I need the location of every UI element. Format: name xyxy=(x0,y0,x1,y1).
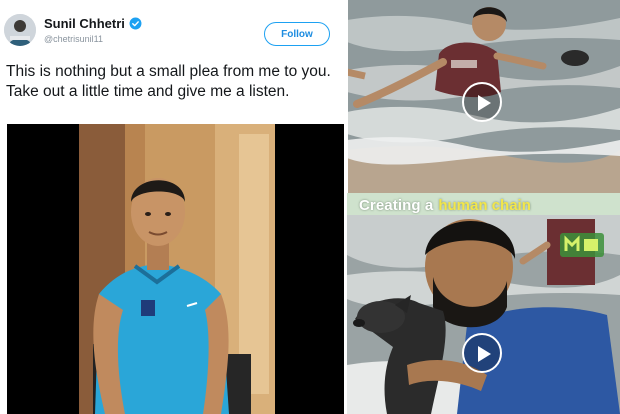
name-row: Sunil Chhetri xyxy=(44,16,142,31)
play-button[interactable] xyxy=(462,82,502,122)
verified-badge-icon xyxy=(129,17,142,30)
channel-logo-icon xyxy=(560,231,604,259)
display-name[interactable]: Sunil Chhetri xyxy=(44,16,125,31)
tweet-card: Sunil Chhetri @chetrisunil11 Follow This… xyxy=(0,0,347,414)
play-icon xyxy=(478,95,491,111)
tweet-video[interactable] xyxy=(7,124,344,414)
caption-text: Creating a xyxy=(359,196,434,214)
video-rescue-water[interactable] xyxy=(347,0,620,193)
play-icon xyxy=(478,346,491,362)
play-button[interactable] xyxy=(462,333,502,373)
video-dog-rescue[interactable] xyxy=(347,215,620,414)
follow-button[interactable]: Follow xyxy=(264,22,330,46)
tweet-header: Sunil Chhetri @chetrisunil11 Follow xyxy=(4,12,344,52)
video-frame-footballer xyxy=(7,124,344,414)
user-handle[interactable]: @chetrisunil11 xyxy=(44,34,103,44)
avatar[interactable] xyxy=(4,14,36,46)
tweet-text: This is nothing but a small plea from me… xyxy=(6,63,331,100)
video-caption-bar: Creating a human chain xyxy=(347,193,620,217)
caption-highlight: human chain xyxy=(438,196,531,214)
